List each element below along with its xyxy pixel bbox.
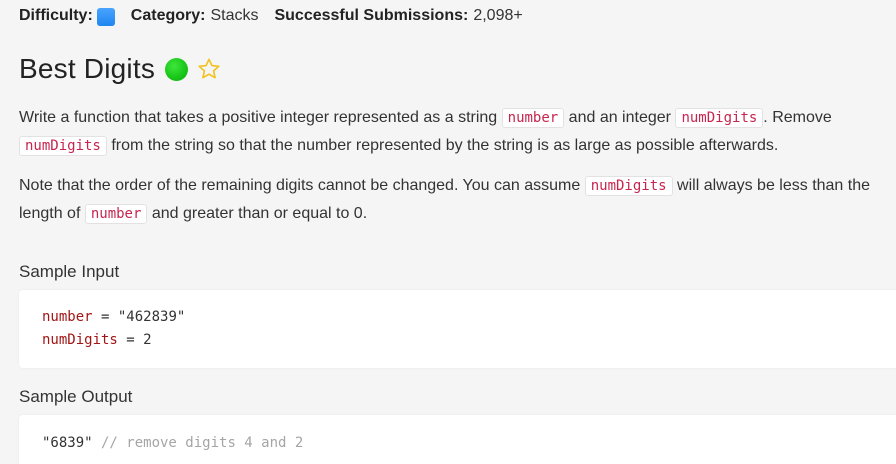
inline-code: number bbox=[501, 108, 565, 128]
prompt-text: and an integer bbox=[568, 109, 671, 126]
question-title: Best Digits bbox=[19, 53, 156, 84]
question-page: Difficulty: Category: Stacks Successful … bbox=[0, 0, 896, 464]
difficulty-label: Difficulty: bbox=[19, 7, 93, 24]
inline-code: numDigits bbox=[675, 108, 764, 128]
code-operator: = bbox=[117, 332, 144, 348]
prompt-paragraph-2: Note that the order of the remaining dig… bbox=[19, 172, 885, 228]
code-line: number = "462839" bbox=[42, 306, 185, 329]
code-line: "6839" // remove digits 4 and 2 bbox=[42, 432, 303, 455]
inline-code: numDigits bbox=[19, 136, 107, 156]
star-icon[interactable] bbox=[197, 57, 221, 81]
title-row: Best Digits bbox=[19, 53, 221, 85]
code-value: "6839" bbox=[42, 435, 93, 451]
code-value: "462839" bbox=[117, 309, 186, 325]
difficulty-indicator-icon bbox=[96, 8, 115, 26]
prompt-text: from the string so that the number repre… bbox=[111, 137, 779, 154]
sample-output-heading: Sample Output bbox=[19, 387, 133, 406]
prompt-text: . Remove bbox=[763, 109, 832, 126]
sample-input-code-block: number = "462839" numDigits = 2 bbox=[19, 290, 896, 368]
code-operator: = bbox=[92, 309, 118, 325]
inline-code: numDigits bbox=[584, 176, 673, 196]
prompt-text: Write a function that takes a positive i… bbox=[19, 109, 498, 126]
code-comment: // remove digits 4 and 2 bbox=[92, 435, 304, 451]
question-meta-bar: Difficulty: Category: Stacks Successful … bbox=[19, 7, 523, 26]
prompt-text: and greater than or equal to 0. bbox=[151, 205, 368, 222]
category-value: Stacks bbox=[210, 7, 259, 24]
code-line: numDigits = 2 bbox=[42, 329, 152, 352]
sample-output-code-block: "6839" // remove digits 4 and 2 bbox=[19, 415, 896, 464]
category-label: Category: bbox=[130, 7, 206, 24]
prompt-paragraph-1: Write a function that takes a positive i… bbox=[19, 104, 885, 160]
completed-status-icon bbox=[165, 57, 189, 81]
inline-code: number bbox=[84, 204, 148, 224]
prompt-text: Note that the order of the remaining dig… bbox=[19, 177, 581, 194]
code-value: 2 bbox=[143, 332, 152, 348]
sample-input-heading: Sample Input bbox=[19, 262, 120, 281]
code-variable: numDigits bbox=[42, 332, 118, 348]
submissions-value: 2,098+ bbox=[473, 7, 523, 24]
code-variable: number bbox=[42, 309, 93, 325]
submissions-label: Successful Submissions: bbox=[274, 7, 469, 24]
